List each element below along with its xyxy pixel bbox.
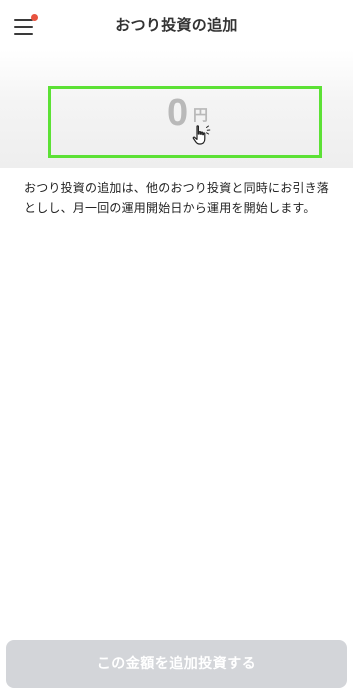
add-investment-button[interactable]: この金額を追加投資する [6, 640, 347, 688]
pointing-hand-icon [192, 125, 211, 145]
page-title: おつり投資の追加 [115, 16, 238, 34]
amount-unit: 円 [193, 106, 209, 124]
amount-value: 0 [167, 92, 189, 134]
description-text: おつり投資の追加は、他のおつり投資と同時にお引き落としし、月一回の運用開始日から… [24, 181, 330, 215]
app-screen: おつり投資の追加 0 円 おつり投資の追加は、他のおつり投資と同時にお引き落とし… [0, 0, 353, 700]
amount-input[interactable]: 0 円 [48, 86, 322, 158]
header: おつり投資の追加 [0, 0, 353, 50]
